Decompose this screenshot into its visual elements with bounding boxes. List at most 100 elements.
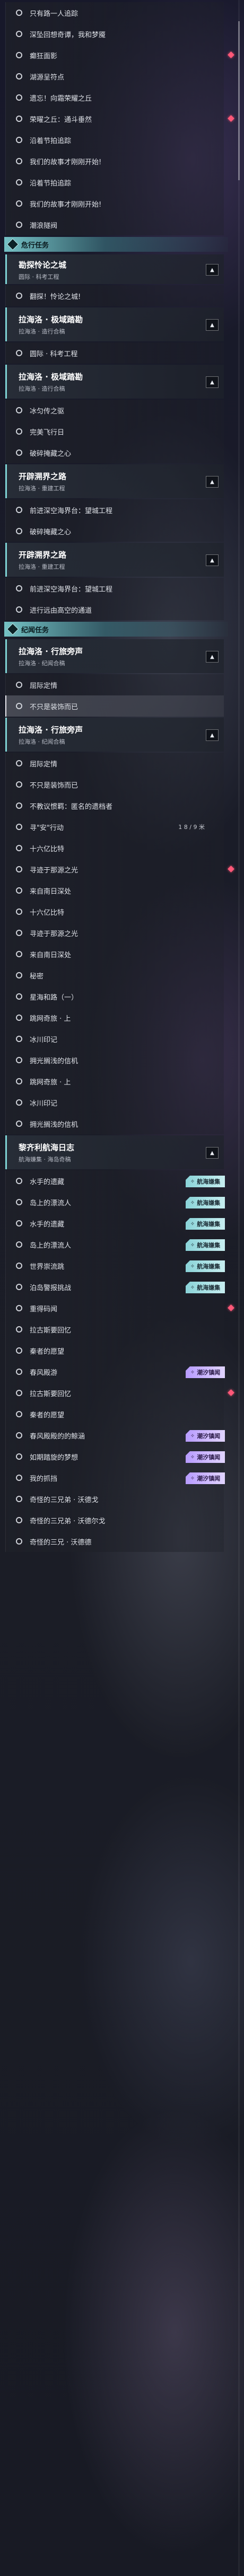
quest-item[interactable]: 水手的遗藏 ✧ 航海嫌集 bbox=[5, 1170, 225, 1192]
quest-item[interactable]: 完美飞行日 bbox=[5, 421, 224, 442]
quest-item[interactable]: 破碎掩藏之心 bbox=[5, 521, 224, 542]
quest-item[interactable]: 潮浪隧阀 bbox=[5, 214, 224, 235]
quest-item[interactable]: 跳网奇旅 · 上 bbox=[5, 1007, 224, 1028]
quest-item[interactable]: 不只是装饰而已 bbox=[5, 774, 224, 795]
quest-item[interactable]: 拉古斯要回忆 bbox=[5, 1319, 224, 1340]
quest-item[interactable]: 岛上的漂流人 ✧ 航海嫌集 bbox=[5, 1192, 225, 1213]
chapter-title: 拉海洛 · 极域踏勘 bbox=[19, 372, 83, 382]
quest-item[interactable]: 来自南日深处 bbox=[5, 943, 224, 965]
collapse-toggle-button[interactable]: ▲ bbox=[206, 319, 219, 331]
quest-label: 十六亿比特 bbox=[30, 845, 65, 853]
scrollbar-track[interactable] bbox=[238, 0, 240, 2576]
quest-item[interactable]: 深坠回想奇谭，我和梦魇 bbox=[5, 23, 224, 45]
distance-readout: 1 8 / 9 米 bbox=[178, 824, 205, 831]
quest-item[interactable]: 拥光搁浅的信机 bbox=[5, 1113, 224, 1134]
quest-item[interactable]: 我们的故事才刚刚开始! bbox=[5, 193, 224, 214]
collapse-toggle-button[interactable]: ▲ bbox=[206, 729, 219, 741]
quest-circle-icon bbox=[16, 73, 22, 80]
quest-item[interactable]: 寻"安"行动 1 8 / 9 米 bbox=[5, 816, 224, 837]
quest-item[interactable]: 重得码闻 bbox=[5, 1298, 234, 1319]
quest-label: 沿着节拍追踪 bbox=[30, 179, 72, 188]
chapter-header[interactable]: 开辟溯界之路 拉海洛 · 重建工程 ▲ bbox=[5, 543, 224, 577]
compass-icon: ✧ bbox=[190, 1221, 195, 1227]
collapse-toggle-button[interactable]: ▲ bbox=[206, 1147, 219, 1159]
region-tag-label: 潮汐镇闻 bbox=[197, 1369, 221, 1376]
quest-item[interactable]: 圆际 · 科考工程 bbox=[5, 342, 224, 364]
quest-circle-icon bbox=[16, 507, 22, 513]
quest-circle-icon bbox=[16, 1305, 22, 1311]
quest-item[interactable]: 前进深空海界台：望城工程 bbox=[5, 499, 224, 521]
quest-item[interactable]: 湖源呈符点 bbox=[5, 66, 224, 87]
quest-circle-icon bbox=[16, 1432, 22, 1439]
quest-item[interactable]: 屈际定情 bbox=[5, 753, 224, 774]
quest-item[interactable]: 我的抓挡 ✧ 潮汐镇闻 bbox=[5, 1467, 225, 1488]
quest-item[interactable]: 秦者的愿望 bbox=[5, 1404, 224, 1425]
quest-item[interactable]: 泊岛警报挑战 ✧ 航海嫌集 bbox=[5, 1276, 225, 1298]
quest-item[interactable]: 十六亿比特 bbox=[5, 901, 224, 922]
quest-item[interactable]: 拉古斯要回忆 bbox=[5, 1382, 234, 1404]
chapter-header[interactable]: 勘探怜论之城 圆际 · 科考工程 ▲ bbox=[5, 254, 224, 284]
quest-label: 前进深空海界台：望城工程 bbox=[30, 585, 113, 594]
quest-label: 遗忘！向霜荣耀之丘 bbox=[30, 94, 92, 103]
quest-label: 湖源呈符点 bbox=[30, 73, 65, 82]
quest-item[interactable]: 世界崇流跳 ✧ 航海嫌集 bbox=[5, 1255, 225, 1276]
collapse-toggle-button[interactable]: ▲ bbox=[206, 376, 219, 388]
quest-label: 星海和路（一） bbox=[30, 993, 79, 1002]
quest-item[interactable]: 春风殿游 ✧ 潮汐镇闻 bbox=[5, 1361, 225, 1382]
quest-item[interactable]: 跳网奇旅 · 上 bbox=[5, 1071, 224, 1092]
quest-item[interactable]: 奇怪的三兄弟 · 沃德尔戈 bbox=[5, 1510, 224, 1531]
scrollbar-thumb[interactable] bbox=[238, 21, 240, 180]
chapter-header[interactable]: 拉海洛 · 极域踏勘 拉海洛 · 造行合稿 ▲ bbox=[5, 365, 224, 399]
quest-item[interactable]: 寻迹于那源之光 bbox=[5, 922, 224, 943]
quest-item[interactable]: 秘密 bbox=[5, 965, 224, 986]
quest-item[interactable]: 遗忘！向霜荣耀之丘 bbox=[5, 87, 224, 108]
quest-item[interactable]: 冰匀传之驱 bbox=[5, 400, 224, 421]
quest-item[interactable]: 星海和路（一） bbox=[5, 986, 224, 1007]
quest-item[interactable]: 癫狂面影 bbox=[5, 45, 234, 66]
chapter-header[interactable]: 拉海洛 · 极域踏勘 拉海洛 · 造行合稿 ▲ bbox=[5, 307, 224, 341]
quest-item[interactable]: 屈际定情 bbox=[5, 674, 224, 695]
collapse-toggle-button[interactable]: ▲ bbox=[206, 651, 219, 663]
quest-item[interactable]: 十六亿比特 bbox=[5, 837, 224, 859]
quest-item[interactable]: 破碎掩藏之心 bbox=[5, 442, 224, 463]
quest-item[interactable]: 冰川印记 bbox=[5, 1028, 224, 1049]
quest-item[interactable]: 不教议惯羁：匿名的遗档者 bbox=[5, 795, 224, 816]
quest-item[interactable]: 奇怪的三兄 · 沃德德 bbox=[5, 1531, 224, 1552]
collapse-toggle-button[interactable]: ▲ bbox=[206, 554, 219, 566]
collapse-toggle-button[interactable]: ▲ bbox=[206, 476, 219, 488]
quest-item[interactable]: 寻迹于那源之光 bbox=[5, 859, 234, 880]
quest-item[interactable]: 沿着节拍追踪 bbox=[5, 172, 224, 193]
quest-diamond-icon bbox=[6, 623, 19, 636]
chapter-header[interactable]: 拉海洛 · 行旅旁声 拉海洛 · 纪闻合稿 ▲ bbox=[5, 639, 224, 673]
quest-item[interactable]: 秦者的愿望 bbox=[5, 1340, 224, 1361]
quest-item[interactable]: 只有路一人追踪 bbox=[5, 2, 224, 23]
quest-label: 癫狂面影 bbox=[30, 52, 58, 60]
quest-item[interactable]: 我们的故事才刚刚开始! bbox=[5, 151, 224, 172]
quest-circle-icon bbox=[16, 1263, 22, 1269]
chapter-subtitle: 航海嫌集 · 海岛奇稿 bbox=[19, 1156, 71, 1163]
collapse-toggle-button[interactable]: ▲ bbox=[206, 264, 219, 276]
quest-item[interactable]: 来自南日深处 bbox=[5, 880, 224, 901]
quest-item[interactable]: 奇怪的三兄弟 · 沃德戈 bbox=[5, 1488, 224, 1510]
quest-label: 如期踏旋的梦想 bbox=[30, 1453, 79, 1462]
quest-item[interactable]: 不只是装饰而已 bbox=[5, 695, 224, 717]
quest-item[interactable]: 冰川印记 bbox=[5, 1092, 224, 1113]
compass-icon: ✧ bbox=[190, 1433, 195, 1439]
region-tag-label: 航海嫌集 bbox=[197, 1221, 221, 1228]
quest-label: 秘密 bbox=[30, 972, 44, 981]
quest-item[interactable]: 如期踏旋的梦想 ✧ 潮汐镇闻 bbox=[5, 1446, 225, 1467]
quest-item[interactable]: 拥光搁浅的信机 bbox=[5, 1049, 224, 1071]
quest-item[interactable]: 前进深空海界台：望城工程 bbox=[5, 578, 224, 599]
chapter-title: 黎齐利航海日志 bbox=[19, 1143, 75, 1152]
quest-item[interactable]: 进行远由高空的通道 bbox=[5, 599, 224, 620]
chapter-header[interactable]: 拉海洛 · 行旅旁声 拉海洛 · 纪闻合稿 ▲ bbox=[5, 718, 224, 752]
quest-label: 进行远由高空的通道 bbox=[30, 606, 92, 615]
quest-item[interactable]: 荣曜之丘：通斗垂然 bbox=[5, 108, 234, 129]
quest-item[interactable]: 岛上的漂流人 ✧ 航海嫌集 bbox=[5, 1234, 225, 1255]
quest-item[interactable]: 沿着节拍追踪 bbox=[5, 129, 224, 151]
chapter-header[interactable]: 黎齐利航海日志 航海嫌集 · 海岛奇稿 ▲ bbox=[5, 1135, 224, 1169]
quest-item[interactable]: 春风殿殿的的鲸涵 ✧ 潮汐镇闻 bbox=[5, 1425, 225, 1446]
chapter-header[interactable]: 开辟溯界之路 拉海洛 · 重建工程 ▲ bbox=[5, 464, 224, 498]
quest-item[interactable]: 翻探！怜论之城! bbox=[5, 285, 224, 306]
quest-item[interactable]: 水手的遗藏 ✧ 航海嫌集 bbox=[5, 1213, 225, 1234]
